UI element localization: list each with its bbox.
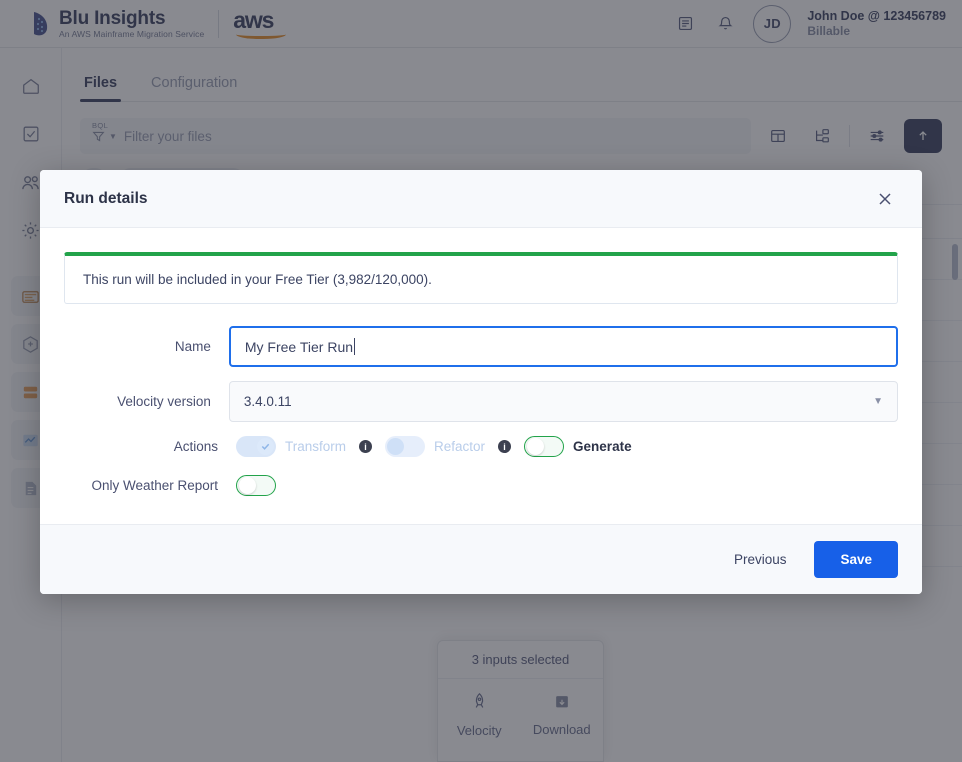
- chevron-down-icon: ▼: [873, 396, 883, 407]
- name-input-value: My Free Tier Run: [244, 338, 354, 355]
- velocity-version-select[interactable]: 3.4.0.11 ▼: [228, 381, 898, 422]
- refactor-toggle: [385, 436, 426, 457]
- generate-toggle[interactable]: [524, 436, 565, 457]
- transform-label: Transform: [285, 439, 347, 454]
- modal-footer: Previous Save: [40, 524, 922, 594]
- toggle-knob: [387, 438, 405, 455]
- velocity-version-label: Velocity version: [117, 394, 211, 409]
- transform-toggle: [236, 436, 276, 457]
- run-details-modal: Run details This run will be included in…: [40, 170, 922, 594]
- toggle-knob: [239, 476, 256, 494]
- velocity-version-row: Velocity version 3.4.0.11 ▼: [64, 381, 898, 422]
- name-label: Name: [174, 339, 211, 354]
- name-field-row: Name My Free Tier Run: [64, 326, 898, 367]
- toggle-knob: [257, 438, 274, 455]
- refactor-label: Refactor: [434, 439, 486, 454]
- close-icon[interactable]: [872, 186, 898, 212]
- modal-title: Run details: [64, 189, 148, 207]
- actions-label: Actions: [173, 439, 218, 454]
- modal-header: Run details: [40, 170, 922, 228]
- weather-report-label: Only Weather Report: [91, 478, 218, 493]
- actions-toggle-group: Transform i Refactor i Generate: [236, 436, 632, 457]
- previous-button[interactable]: Previous: [724, 543, 797, 576]
- info-icon[interactable]: i: [359, 440, 373, 453]
- info-icon[interactable]: i: [498, 440, 512, 453]
- toggle-knob: [527, 437, 545, 455]
- modal-body: This run will be included in your Free T…: [40, 228, 922, 524]
- weather-report-toggle[interactable]: [236, 475, 276, 496]
- save-button[interactable]: Save: [814, 541, 898, 578]
- free-tier-alert: This run will be included in your Free T…: [64, 252, 898, 304]
- velocity-version-value: 3.4.0.11: [243, 394, 292, 409]
- generate-label: Generate: [573, 439, 632, 454]
- weather-report-row: Only Weather Report: [64, 475, 898, 496]
- app-root: Blu Insights An AWS Mainframe Migration …: [0, 0, 962, 762]
- actions-row: Actions Transform i Refactor i Generate: [64, 436, 898, 457]
- name-input[interactable]: My Free Tier Run: [228, 326, 898, 367]
- text-cursor: [354, 338, 356, 355]
